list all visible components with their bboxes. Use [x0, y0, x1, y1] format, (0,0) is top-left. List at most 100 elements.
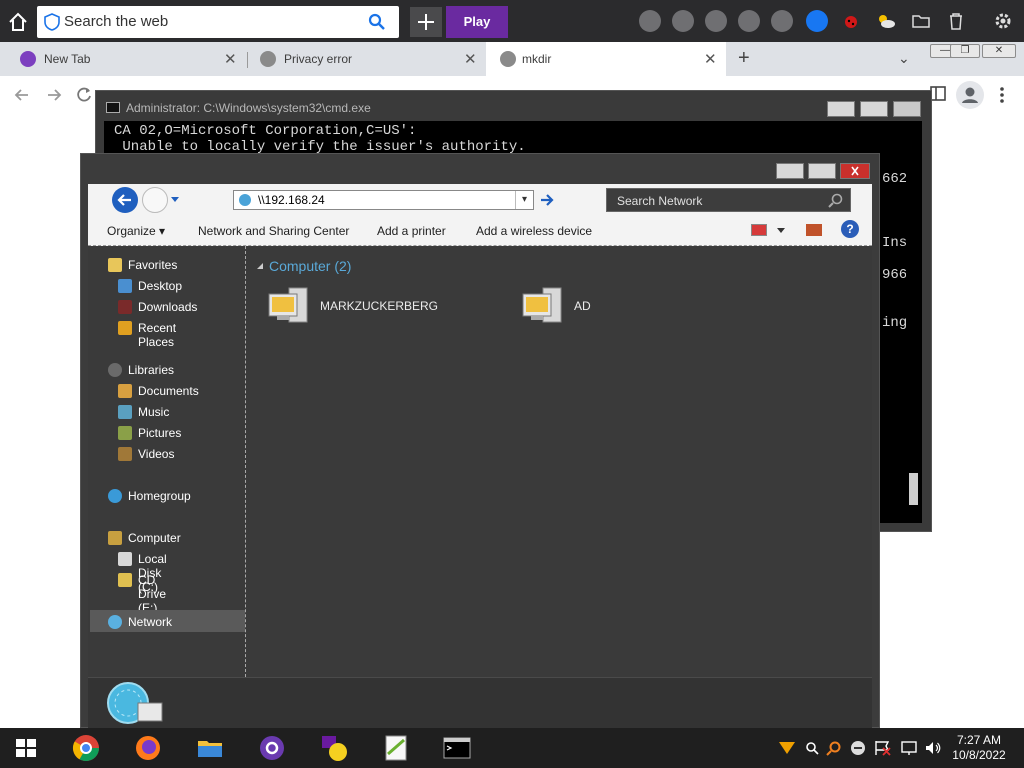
console-icon	[443, 737, 471, 759]
chrome-taskbar-button[interactable]	[72, 734, 100, 762]
sidebar-toggle-icon[interactable]	[930, 85, 946, 103]
cmd-close-button[interactable]	[893, 101, 921, 117]
star-icon[interactable]	[738, 10, 760, 32]
gear-icon[interactable]	[992, 10, 1014, 32]
add-wireless-device-button[interactable]: Add a wireless device	[476, 224, 592, 238]
cd-drive-icon	[118, 573, 132, 587]
tab-strip: New Tab ✕ Privacy error ✕ mkdir ✕ + ⌄ — …	[0, 42, 1024, 76]
drive-icon	[118, 552, 132, 566]
star-icon[interactable]	[639, 10, 661, 32]
computer-item-ad[interactable]: AD	[521, 286, 591, 326]
documents-icon	[118, 384, 132, 398]
globe-icon	[260, 51, 276, 67]
star-icon[interactable]	[672, 10, 694, 32]
menu-kebab-icon[interactable]	[996, 85, 1008, 105]
ladybug-icon[interactable]	[840, 10, 862, 32]
restore-button[interactable]: ❐	[950, 44, 980, 58]
explorer-minimize-button[interactable]	[776, 163, 804, 179]
explorer-window[interactable]: \\192.168.24 ▾ Search Network Organize ▾…	[80, 153, 880, 729]
preview-pane-icon[interactable]	[806, 224, 822, 236]
tab-close-icon[interactable]: ✕	[704, 50, 717, 68]
console-fragment: ing	[882, 315, 908, 331]
volume-icon[interactable]	[924, 740, 942, 756]
scrollbar-thumb[interactable]	[909, 473, 918, 505]
system-clock[interactable]: 7:27 AM 10/8/2022	[946, 733, 1012, 763]
tab-new-tab[interactable]: New Tab ✕	[0, 42, 246, 76]
explorer-close-button[interactable]	[840, 163, 870, 179]
tab-mkdir[interactable]: mkdir ✕	[486, 42, 726, 76]
explorer-maximize-button[interactable]	[808, 163, 836, 179]
web-search-box[interactable]: Search the web	[37, 6, 399, 38]
view-options-icon[interactable]	[751, 224, 767, 236]
libraries-icon	[108, 363, 122, 377]
pictures-icon	[118, 426, 132, 440]
display-icon[interactable]	[900, 740, 918, 756]
minus-circle-icon[interactable]	[850, 740, 866, 756]
computer-name: MARKZUCKERBERG	[320, 299, 439, 313]
star-icon[interactable]	[771, 10, 793, 32]
search-tray-icon[interactable]	[804, 740, 820, 756]
network-icon	[239, 194, 251, 206]
back-button[interactable]	[112, 187, 138, 213]
tab-privacy-error[interactable]: Privacy error ✕	[240, 42, 486, 76]
back-arrow-icon	[117, 194, 131, 206]
console-fragment: 966	[882, 267, 908, 283]
search-placeholder: Search Network	[617, 194, 703, 208]
firefox-taskbar-button[interactable]	[134, 734, 162, 762]
file-explorer-taskbar-button[interactable]	[196, 734, 224, 762]
network-sharing-center-button[interactable]: Network and Sharing Center	[198, 224, 349, 238]
downloads-icon	[118, 300, 132, 314]
console-fragment: 662	[882, 171, 908, 187]
group-header[interactable]: Computer (2)	[269, 258, 351, 274]
back-arrow-icon[interactable]	[12, 85, 32, 105]
cmd-taskbar-button[interactable]	[443, 734, 471, 762]
trash-icon[interactable]	[945, 10, 967, 32]
notepad-plus-taskbar-button[interactable]	[382, 734, 410, 762]
explorer-address-bar[interactable]: \\192.168.24 ▾	[233, 190, 534, 210]
start-button[interactable]	[12, 734, 40, 762]
tab-list-chevron-icon[interactable]: ⌄	[898, 50, 910, 67]
view-chevron-down-icon[interactable]	[776, 227, 786, 235]
play-button[interactable]: Play	[446, 6, 508, 38]
star-icon	[108, 258, 122, 272]
go-arrow-icon[interactable]	[538, 191, 556, 209]
browser-taskbar-button[interactable]	[258, 734, 286, 762]
yahoo-messenger-taskbar-button[interactable]	[320, 734, 348, 762]
star-icon[interactable]	[705, 10, 727, 32]
new-tab-button[interactable]: +	[738, 47, 750, 70]
weather-icon[interactable]	[875, 10, 897, 32]
computer-item-markzuckerberg[interactable]: MARKZUCKERBERG	[267, 286, 438, 326]
tab-label: mkdir	[522, 52, 552, 66]
browser-toolbar: Search the web Play	[0, 0, 1024, 42]
tab-close-icon[interactable]: ✕	[224, 50, 237, 68]
forward-arrow-icon[interactable]	[44, 85, 64, 105]
add-button[interactable]	[410, 7, 442, 37]
navigation-pane: Favorites Desktop Downloads Recent Place…	[88, 246, 246, 677]
help-icon[interactable]: ?	[841, 220, 859, 238]
taskbar: 7:27 AM 10/8/2022	[0, 728, 1024, 768]
add-printer-button[interactable]: Add a printer	[377, 224, 446, 238]
cmd-minimize-button[interactable]	[827, 101, 855, 117]
collapse-group-icon[interactable]	[256, 262, 264, 270]
cmd-scrollbar[interactable]	[906, 121, 922, 523]
network-warning-icon[interactable]	[778, 740, 796, 756]
search-orange-icon[interactable]	[826, 740, 842, 756]
close-button[interactable]: ✕	[982, 44, 1016, 58]
facebook-icon[interactable]	[806, 10, 828, 32]
forward-button[interactable]	[142, 187, 168, 213]
explorer-search-field[interactable]: Search Network	[606, 188, 851, 212]
search-icon[interactable]	[368, 13, 386, 31]
address-dropdown-icon[interactable]: ▾	[515, 191, 533, 209]
profile-avatar[interactable]	[956, 81, 984, 109]
history-chevron-down-icon[interactable]	[170, 196, 180, 204]
organize-menu[interactable]: Organize ▾	[107, 224, 165, 238]
console-fragment: Ins	[882, 235, 908, 251]
cmd-maximize-button[interactable]	[860, 101, 888, 117]
flag-icon[interactable]	[874, 740, 892, 756]
folder-icon[interactable]	[910, 10, 932, 32]
reload-icon[interactable]	[74, 85, 94, 105]
search-icon[interactable]	[828, 193, 844, 209]
home-button[interactable]	[4, 8, 32, 36]
tab-close-icon[interactable]: ✕	[464, 50, 477, 68]
console-line: CA 02,O=Microsoft Corporation,C=US':	[114, 123, 417, 139]
